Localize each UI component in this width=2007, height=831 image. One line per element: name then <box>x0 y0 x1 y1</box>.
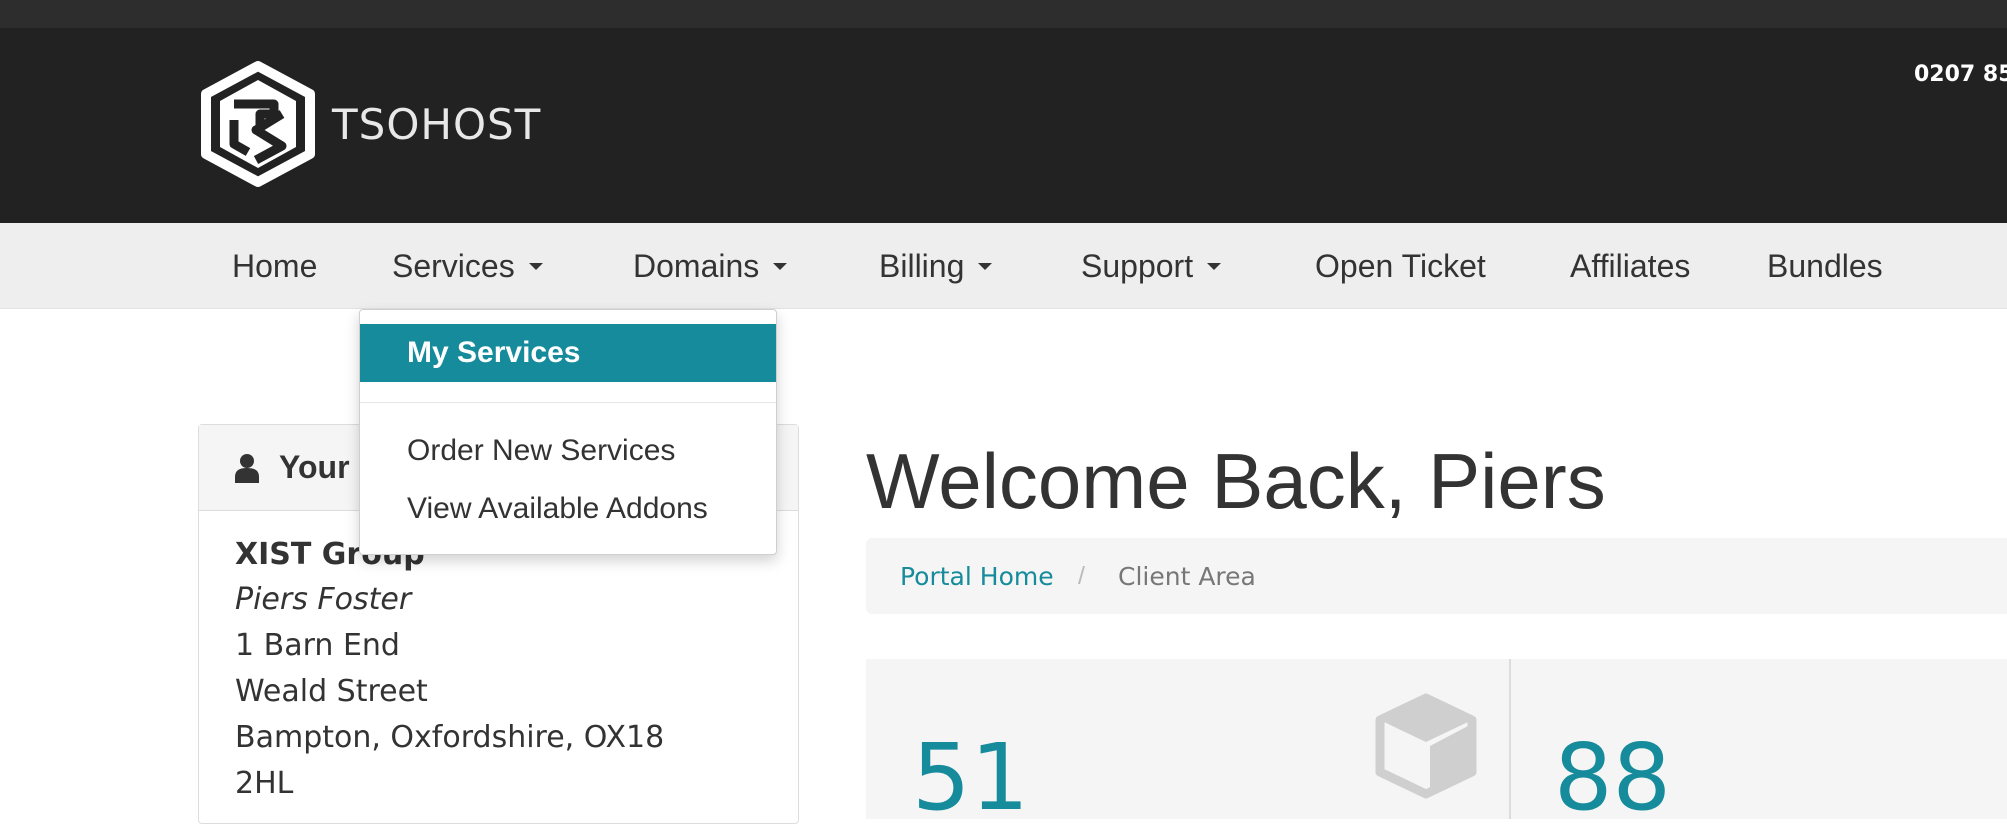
caret-down-icon <box>1207 263 1222 271</box>
tsohost-logo-icon[interactable] <box>196 60 320 188</box>
nav-services[interactable]: Services <box>392 223 543 309</box>
nav-billing-label: Billing <box>879 248 965 284</box>
address-line: Bampton, Oxfordshire, OX18 <box>235 720 665 755</box>
brand-name[interactable]: TSOHOST <box>332 100 541 149</box>
nav-bundles-label: Bundles <box>1767 248 1883 284</box>
nav-home[interactable]: Home <box>232 223 317 309</box>
services-dropdown-menu: My Services Order New Services View Avai… <box>359 309 777 555</box>
nav-support-label: Support <box>1081 248 1194 284</box>
contact-name: Piers Foster <box>235 582 412 617</box>
dropdown-item-order-new-services[interactable]: Order New Services <box>407 434 675 468</box>
caret-down-icon <box>978 263 993 271</box>
caret-down-icon <box>528 263 543 271</box>
breadcrumb-current: Client Area <box>1118 562 1256 591</box>
cube-icon <box>1375 693 1477 799</box>
nav-affiliates-label: Affiliates <box>1570 248 1691 284</box>
nav-affiliates[interactable]: Affiliates <box>1570 223 1690 309</box>
caret-down-icon <box>773 263 788 271</box>
nav-open-ticket[interactable]: Open Ticket <box>1315 223 1486 309</box>
breadcrumb-separator: / <box>1078 562 1085 590</box>
stat-value-services: 51 <box>912 724 1030 831</box>
user-icon <box>235 454 259 483</box>
stat-value-domains: 88 <box>1554 724 1672 831</box>
breadcrumb-home-link[interactable]: Portal Home <box>900 562 1054 591</box>
browser-top-strip <box>0 0 2007 28</box>
nav-domains-label: Domains <box>633 248 760 284</box>
dropdown-divider <box>360 402 776 403</box>
address-line: 2HL <box>235 766 294 801</box>
address-line: 1 Barn End <box>235 628 400 663</box>
nav-billing[interactable]: Billing <box>879 223 993 309</box>
profile-panel-title: Your <box>279 449 350 485</box>
nav-home-label: Home <box>232 248 318 284</box>
dropdown-item-view-addons[interactable]: View Available Addons <box>407 492 708 526</box>
nav-domains[interactable]: Domains <box>633 223 788 309</box>
phone-number: 0207 85 <box>1914 62 2007 87</box>
nav-bundles[interactable]: Bundles <box>1767 223 1883 309</box>
breadcrumb: Portal Home / Client Area <box>866 538 2007 614</box>
nav-services-label: Services <box>392 248 515 284</box>
address-line: Weald Street <box>235 674 428 709</box>
main-navbar: Home Services Domains Billing Support Op… <box>0 223 2007 309</box>
page-title: Welcome Back, Piers <box>866 437 1606 525</box>
nav-open-ticket-label: Open Ticket <box>1315 248 1486 284</box>
dropdown-item-my-services[interactable]: My Services <box>360 324 776 382</box>
nav-support[interactable]: Support <box>1081 223 1222 309</box>
